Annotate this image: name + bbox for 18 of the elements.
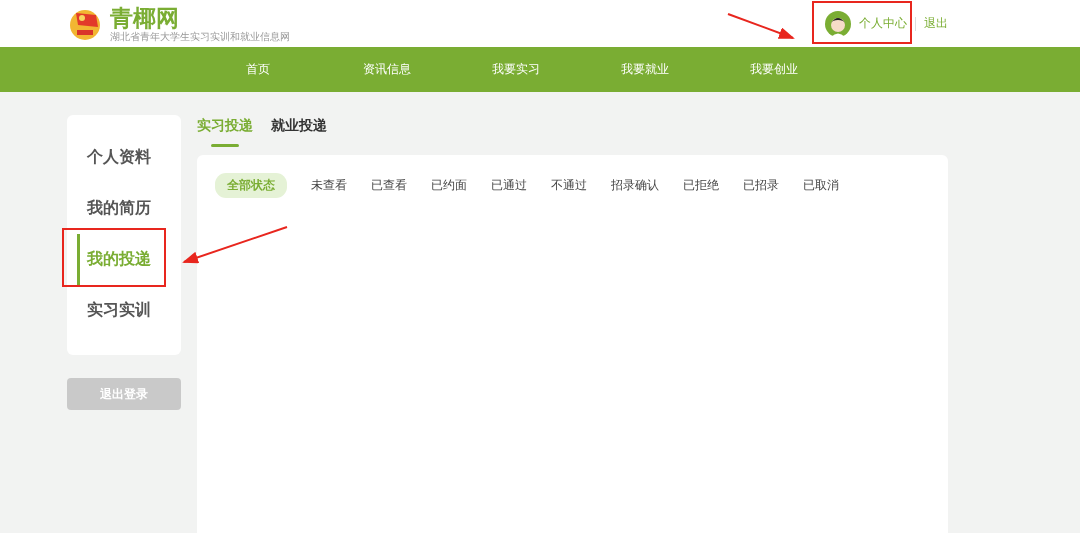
site-tagline: 湖北省青年大学生实习实训和就业信息网 <box>110 30 290 43</box>
status-filter[interactable]: 已拒绝 <box>671 173 731 198</box>
avatar-icon <box>825 10 851 37</box>
annotation-arrow <box>727 13 795 39</box>
status-filter[interactable]: 已取消 <box>791 173 851 198</box>
status-filter[interactable]: 已通过 <box>479 173 539 198</box>
sidebar-item[interactable]: 实习实训 <box>77 285 181 336</box>
status-filter[interactable]: 未查看 <box>299 173 359 198</box>
tab[interactable]: 就业投递 <box>271 115 327 141</box>
sidebar-item[interactable]: 个人资料 <box>77 132 181 183</box>
status-filter[interactable]: 招录确认 <box>599 173 671 198</box>
site-name: 青椰网 <box>110 4 180 31</box>
status-filter[interactable]: 已查看 <box>359 173 419 198</box>
status-filter[interactable]: 已招录 <box>731 173 791 198</box>
status-filter[interactable]: 不通过 <box>539 173 599 198</box>
sidebar-item[interactable]: 我的简历 <box>77 183 181 234</box>
status-filter[interactable]: 已约面 <box>419 173 479 198</box>
tab-underline <box>211 144 239 147</box>
